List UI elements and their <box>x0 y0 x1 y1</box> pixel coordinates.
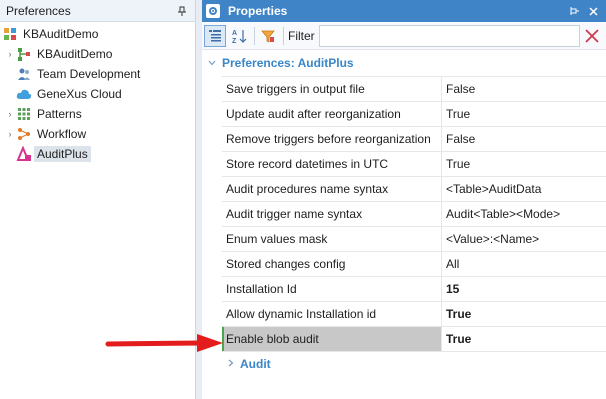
filter-label: Filter <box>288 28 315 43</box>
auditplus-icon <box>16 146 32 162</box>
property-name: Audit trigger name syntax <box>222 202 442 226</box>
property-value[interactable]: False <box>442 127 606 151</box>
property-row[interactable]: Save triggers in output file False <box>222 77 606 102</box>
preferences-title: Preferences <box>6 3 71 18</box>
property-value[interactable]: All <box>442 252 606 276</box>
property-name: Update audit after reorganization <box>222 102 442 126</box>
tree-item-genexus-cloud[interactable]: GeneXus Cloud <box>0 84 195 104</box>
property-value[interactable]: <Value>:<Name> <box>442 227 606 251</box>
toolbar-separator <box>283 26 284 45</box>
tree-item-label: KBAuditDemo <box>37 47 113 61</box>
property-name: Enum values mask <box>222 227 442 251</box>
toolbar-separator <box>254 26 255 45</box>
property-value[interactable]: True <box>442 152 606 176</box>
property-value[interactable]: <Table>AuditData <box>442 177 606 201</box>
tree-item-team-development[interactable]: Team Development <box>0 64 195 84</box>
property-row[interactable]: Audit trigger name syntax Audit<Table><M… <box>222 202 606 227</box>
properties-pane: Properties A Z Filter Preferences: Audit… <box>202 0 606 399</box>
pin-icon[interactable] <box>175 4 189 18</box>
svg-text:A: A <box>232 30 237 37</box>
chevron-down-icon[interactable] <box>208 58 222 68</box>
clear-filter-icon[interactable] <box>580 25 604 47</box>
property-name: Store record datetimes in UTC <box>222 152 442 176</box>
property-name: Audit procedures name syntax <box>222 177 442 201</box>
cloud-icon <box>16 86 32 102</box>
kb-cube-icon <box>2 26 18 42</box>
close-icon[interactable] <box>584 2 602 20</box>
chevron-right-icon[interactable]: › <box>4 48 16 60</box>
property-name: Save triggers in output file <box>222 77 442 101</box>
property-row[interactable]: Store record datetimes in UTC True <box>222 152 606 177</box>
sort-az-button[interactable]: A Z <box>228 25 250 47</box>
svg-text:Z: Z <box>232 38 237 44</box>
tree-item-kbauditdemo-version[interactable]: › KBAuditDemo <box>0 44 195 64</box>
chevron-right-icon[interactable] <box>228 359 240 369</box>
property-value[interactable]: Audit<Table><Mode> <box>442 202 606 226</box>
property-value[interactable]: 15 <box>442 277 606 301</box>
property-row[interactable]: Enum values mask <Value>:<Name> <box>222 227 606 252</box>
tree-item-patterns[interactable]: › Patterns <box>0 104 195 124</box>
filter-input[interactable] <box>318 24 580 47</box>
properties-header: Properties <box>202 0 606 22</box>
property-row-selected[interactable]: Enable blob audit True <box>222 327 606 352</box>
property-row[interactable]: Installation Id 15 <box>222 277 606 302</box>
property-grid: Save triggers in output file False Updat… <box>222 76 606 352</box>
properties-gear-icon <box>206 4 220 18</box>
tree-item-workflow[interactable]: › Workflow <box>0 124 195 144</box>
property-row[interactable]: Audit procedures name syntax <Table>Audi… <box>222 177 606 202</box>
property-value[interactable]: True <box>442 302 606 326</box>
category-label: Audit <box>240 357 271 371</box>
workflow-icon <box>16 126 32 142</box>
property-value[interactable]: True <box>442 102 606 126</box>
tree-item-label: Patterns <box>37 107 82 121</box>
property-value[interactable]: False <box>442 77 606 101</box>
property-row[interactable]: Allow dynamic Installation id True <box>222 302 606 327</box>
preferences-tree: KBAuditDemo › KBAuditDemo Team Developme… <box>0 22 195 164</box>
tree-item-kbauditdemo-root[interactable]: KBAuditDemo <box>0 24 195 44</box>
property-row[interactable]: Update audit after reorganization True <box>222 102 606 127</box>
filter-funnel-icon[interactable] <box>257 25 279 47</box>
annotation-arrow-icon <box>105 334 223 352</box>
pin-icon[interactable] <box>566 2 584 20</box>
category-preferences-auditplus[interactable]: Preferences: AuditPlus <box>202 50 606 76</box>
properties-title: Properties <box>228 4 288 18</box>
chevron-right-icon[interactable]: › <box>4 108 16 120</box>
property-name: Stored changes config <box>222 252 442 276</box>
preferences-header: Preferences <box>0 0 195 22</box>
category-audit[interactable]: Audit <box>202 352 606 376</box>
team-development-icon <box>16 66 32 82</box>
categorized-view-button[interactable] <box>204 24 226 47</box>
property-value[interactable]: True <box>442 327 606 351</box>
properties-toolbar: A Z Filter <box>202 22 606 50</box>
category-label: Preferences: AuditPlus <box>222 56 354 70</box>
property-name: Allow dynamic Installation id <box>222 302 442 326</box>
tree-item-label: KBAuditDemo <box>23 27 99 41</box>
tree-item-auditplus[interactable]: AuditPlus <box>0 144 195 164</box>
patterns-grid-icon <box>16 106 32 122</box>
chevron-right-icon[interactable]: › <box>4 128 16 140</box>
tree-item-label: GeneXus Cloud <box>37 87 122 101</box>
property-name: Installation Id <box>222 277 442 301</box>
property-row[interactable]: Stored changes config All <box>222 252 606 277</box>
property-name: Enable blob audit <box>222 327 442 351</box>
tree-item-label: Workflow <box>37 127 87 141</box>
property-name: Remove triggers before reorganization <box>222 127 442 151</box>
tree-item-label: AuditPlus <box>34 146 91 162</box>
version-tree-icon <box>16 46 32 62</box>
tree-item-label: Team Development <box>37 67 141 81</box>
property-row[interactable]: Remove triggers before reorganization Fa… <box>222 127 606 152</box>
